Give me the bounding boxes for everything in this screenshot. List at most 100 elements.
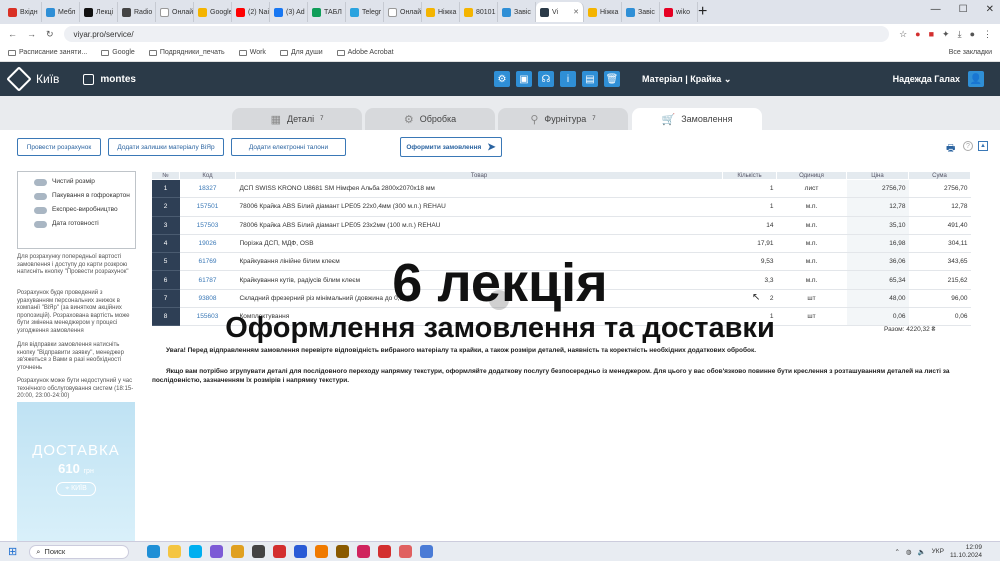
chrome-icon[interactable] [231, 545, 245, 558]
tab-step[interactable]: ⚙ Обробка [365, 108, 495, 130]
toggle-switch[interactable] [34, 193, 47, 200]
browser-tab[interactable]: Вхідн [4, 2, 42, 22]
browser-tab[interactable]: ТАБЛ [308, 2, 346, 22]
checkout-button[interactable]: Оформити замовлення ➤ [400, 137, 502, 157]
download-icon[interactable]: ⤓ [958, 29, 962, 40]
browser-tab[interactable]: wiko [660, 2, 698, 22]
browser-tab[interactable]: (2) Nai [232, 2, 270, 22]
user-menu[interactable]: Надежда Галах 👤 [893, 71, 984, 87]
option-toggle[interactable]: Експрес-виробництво [34, 206, 135, 214]
photoshop-icon[interactable] [294, 545, 308, 558]
product-code-link[interactable]: 157503 [179, 216, 236, 235]
info-icon[interactable]: i [560, 71, 576, 87]
option-toggle[interactable]: Дата готовності [34, 220, 135, 228]
browser-tab[interactable]: Завіс [498, 2, 536, 22]
bookmark-item[interactable]: Google [101, 49, 135, 56]
browser-tab[interactable]: Ніжка [584, 2, 622, 22]
material-menu[interactable]: Матеріал | Крайка ⌄ [642, 74, 731, 85]
settings-icon[interactable]: ⚙ [494, 71, 510, 87]
tab-favicon-icon [160, 7, 169, 17]
edge-icon[interactable] [147, 545, 161, 558]
browser-tab[interactable]: (3) Ad [270, 2, 308, 22]
save-icon[interactable]: ▣ [516, 71, 532, 87]
network-icon[interactable]: ◍ [906, 548, 912, 556]
profile-icon[interactable]: ● [970, 29, 975, 40]
add-leftovers-button[interactable]: Додати залишки матеріалу ВіЯр [108, 138, 224, 156]
bookmark-item[interactable]: Расписание заняти... [8, 49, 87, 56]
browser-tab[interactable]: Radio [118, 2, 156, 22]
calculate-button[interactable]: Провести розрахунок [17, 138, 101, 156]
browser-tab[interactable]: Google [194, 2, 232, 22]
add-labels-button[interactable]: Додати електронні талони [231, 138, 346, 156]
delete-icon[interactable]: 🗑 [604, 71, 620, 87]
bookmark-item[interactable]: Work [238, 49, 266, 56]
option-toggle[interactable]: Чистий розмір [34, 178, 135, 186]
bookmark-item[interactable]: Для души [279, 49, 323, 56]
browser-tab[interactable]: Завіс [622, 2, 660, 22]
puzzle-icon[interactable]: ✦ [942, 29, 950, 40]
acrobat-icon[interactable] [273, 545, 287, 558]
url-input[interactable]: viyar.pro/service/ [63, 26, 890, 42]
close-icon[interactable]: ✕ [986, 4, 994, 15]
acrobat2-icon[interactable] [378, 545, 392, 558]
all-bookmarks[interactable]: Все закладки [949, 49, 992, 56]
browser-tab[interactable]: Telegr [346, 2, 384, 22]
acrobat-icon[interactable]: ■ [929, 29, 934, 40]
taskbar-search[interactable]: ⌕ Поиск [29, 544, 130, 559]
browser-tab[interactable]: Vi ✕ [536, 2, 584, 22]
language-indicator[interactable]: УКР [932, 548, 944, 555]
tab-step[interactable]: ⚲ Фурнітура 7 [498, 108, 628, 130]
delivery-banner[interactable]: ДОСТАВКА 610 грн ⌖ КИЇВ [17, 402, 135, 542]
option-toggle[interactable]: Пакування в гофрокартон [34, 192, 135, 200]
toggle-switch[interactable] [34, 179, 47, 186]
back-icon[interactable]: ← [8, 29, 17, 39]
windows-start-icon[interactable]: ⊞ [8, 545, 17, 558]
collapse-icon[interactable]: ▲ [978, 141, 988, 151]
bookmark-star-icon[interactable]: ☆ [899, 29, 907, 40]
volume-icon[interactable]: 🔈 [918, 548, 926, 556]
browser-tab[interactable]: Онлай [156, 2, 194, 22]
minimize-icon[interactable]: — [931, 4, 941, 15]
browser-tab[interactable]: Ніжка [422, 2, 460, 22]
skype-icon[interactable] [189, 545, 203, 558]
city-selector[interactable]: Київ [6, 66, 59, 92]
browser-tab[interactable]: Мебл [42, 2, 80, 22]
indesign-icon[interactable] [357, 545, 371, 558]
browser-tab[interactable]: Онлай [384, 2, 422, 22]
bridge-icon[interactable] [336, 545, 350, 558]
reload-icon[interactable]: ↻ [46, 29, 54, 40]
close-tab-icon[interactable]: ✕ [573, 8, 579, 16]
print-icon[interactable]: 🖶 [946, 141, 955, 158]
send-icon: ➤ [487, 141, 496, 153]
forward-icon[interactable]: → [27, 29, 36, 39]
app-icon[interactable] [252, 545, 266, 558]
new-tab-button[interactable]: + [698, 3, 707, 21]
product-code-link[interactable]: 19026 [179, 234, 236, 254]
tray-chevron-icon[interactable]: ⌃ [894, 548, 899, 556]
tab-favicon-icon [84, 7, 93, 17]
browser-tab[interactable]: Лекці [80, 2, 118, 22]
menu-icon[interactable]: ⋮ [983, 29, 992, 40]
illustrator-icon[interactable] [315, 545, 329, 558]
product-code-link[interactable]: 157501 [179, 197, 236, 217]
explorer-icon[interactable] [168, 545, 182, 558]
paint-icon[interactable] [399, 545, 413, 558]
clock[interactable]: 12:09 11.10.2024 [950, 544, 982, 560]
overlay-subtitle: Оформлення замовлення та доставки [225, 312, 775, 344]
support-icon[interactable]: ☊ [538, 71, 554, 87]
brand: montes [83, 73, 136, 85]
tab-step[interactable]: ▦ Деталі 7 [232, 108, 362, 130]
document-icon[interactable]: ▤ [582, 71, 598, 87]
help-icon[interactable]: ? [963, 141, 973, 151]
media-icon[interactable] [420, 545, 434, 558]
maximize-icon[interactable]: ☐ [959, 4, 968, 15]
browser-tab[interactable]: 80101 [460, 2, 498, 22]
toggle-switch[interactable] [34, 207, 47, 214]
extension-icon[interactable]: ● [915, 29, 920, 40]
product-code-link[interactable]: 18327 [179, 179, 236, 199]
toggle-switch[interactable] [34, 221, 47, 228]
tab-step[interactable]: 🛒 Замовлення [632, 108, 762, 130]
bookmark-item[interactable]: Подрядники_печать [148, 49, 225, 56]
viber-icon[interactable] [210, 545, 224, 558]
bookmark-item[interactable]: Adobe Acrobat [336, 49, 394, 56]
